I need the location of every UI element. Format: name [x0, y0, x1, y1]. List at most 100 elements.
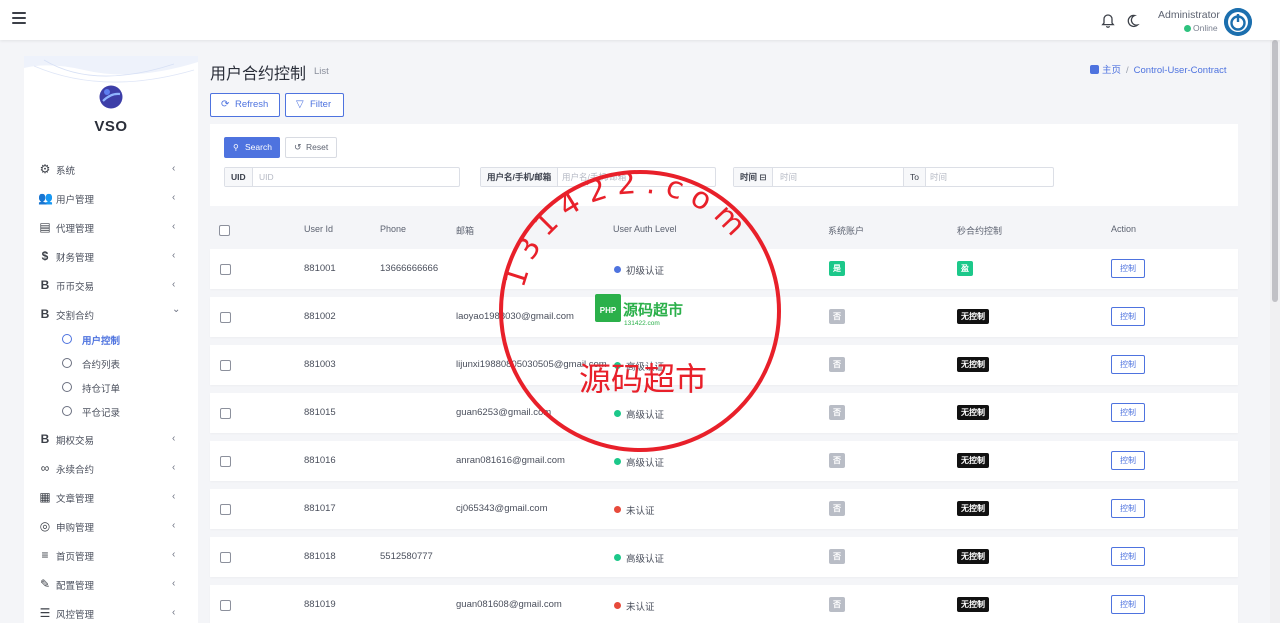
row-checkbox[interactable]: [220, 600, 231, 611]
control-button[interactable]: 控制: [1111, 355, 1145, 374]
home-icon: [1090, 65, 1099, 74]
sidebar-subitem-1[interactable]: 用户控制: [24, 328, 198, 350]
sidebar-subitem-label: 持仓订单: [82, 384, 121, 395]
header-contract-control[interactable]: 秒合约控制: [957, 224, 1002, 237]
row-checkbox[interactable]: [220, 456, 231, 467]
search-panel: ⚲ Search ↺ Reset UID 用户名/手机/邮箱 时间 ⊟ To: [210, 124, 1238, 206]
sidebar-item-label: 配置管理: [56, 581, 95, 592]
filter-button[interactable]: ▽ Filter: [285, 93, 344, 117]
row-checkbox[interactable]: [220, 408, 231, 419]
header-action: Action: [1111, 224, 1137, 234]
sidebar-subitem-4[interactable]: 平仓记录: [24, 400, 198, 422]
newspaper-icon: ▦: [39, 490, 51, 504]
control-status-badge: 无控制: [957, 453, 989, 468]
list-ul-icon: ☰: [39, 606, 51, 620]
chevron-left-icon: ‹: [172, 462, 176, 473]
sidebar-subitem-2[interactable]: 合约列表: [24, 352, 198, 374]
control-button[interactable]: 控制: [1111, 595, 1145, 614]
chevron-left-icon: ‹: [172, 250, 176, 261]
sidebar-subitem-3[interactable]: 持仓订单: [24, 376, 198, 398]
sidebar-item-4[interactable]: $ 财务管理 ‹: [24, 245, 198, 269]
row-checkbox[interactable]: [220, 264, 231, 275]
breadcrumb-current[interactable]: Control-User-Contract: [1134, 65, 1227, 76]
sidebar-item-9[interactable]: ▦ 文章管理 ‹: [24, 486, 198, 510]
sidebar-item-5[interactable]: B 币币交易 ‹: [24, 274, 198, 298]
cell-user-id: 881003: [304, 359, 336, 370]
avatar[interactable]: [1224, 8, 1252, 36]
chevron-left-icon: ‹: [172, 549, 176, 560]
system-account-badge: 否: [829, 597, 845, 612]
row-checkbox[interactable]: [220, 360, 231, 371]
time-end-input[interactable]: [924, 168, 1049, 186]
table-header: User Id Phone 邮箱 User Auth Level 系统账户 秒合…: [210, 218, 1238, 242]
header-auth-level[interactable]: User Auth Level: [613, 224, 677, 234]
sidebar-item-label: 风控管理: [56, 610, 95, 621]
sidebar-item-3[interactable]: ▤ 代理管理 ‹: [24, 216, 198, 240]
circle-icon: [62, 382, 72, 392]
sidebar-item-label: 财务管理: [56, 253, 95, 264]
cell-auth-level: 高级认证: [626, 458, 665, 469]
control-button[interactable]: 控制: [1111, 499, 1145, 518]
select-all-checkbox[interactable]: [219, 225, 230, 236]
sidebar-item-2[interactable]: 👥 用户管理 ‹: [24, 187, 198, 211]
row-checkbox[interactable]: [220, 504, 231, 515]
system-account-badge: 是: [829, 261, 845, 276]
page-subtitle: List: [314, 66, 329, 77]
bell-icon[interactable]: [1100, 13, 1116, 29]
reset-button[interactable]: ↺ Reset: [285, 137, 337, 158]
sidebar-item-8[interactable]: ∞ 永续合约 ‹: [24, 457, 198, 481]
auth-status-dot: [614, 362, 621, 369]
chevron-left-icon: ‹: [172, 279, 176, 290]
cell-auth-level: 高级认证: [626, 554, 665, 565]
moon-icon[interactable]: [1124, 13, 1140, 29]
user-input[interactable]: [556, 168, 711, 186]
control-button[interactable]: 控制: [1111, 259, 1145, 278]
cell-auth-level: 高级认证: [626, 362, 665, 373]
row-checkbox[interactable]: [220, 312, 231, 323]
id-card-icon: ▤: [39, 220, 51, 234]
header-system-account[interactable]: 系统账户: [828, 224, 864, 237]
system-account-badge: 否: [829, 501, 845, 516]
system-account-badge: 否: [829, 309, 845, 324]
breadcrumb-home-link[interactable]: 主页: [1102, 65, 1121, 76]
header-phone[interactable]: Phone: [380, 224, 406, 234]
table-row: 881003 lijunxi19880805030505@gmail.com 高级认…: [210, 345, 1238, 385]
row-checkbox[interactable]: [220, 552, 231, 563]
sidebar-item-1[interactable]: ⚙ 系统 ‹: [24, 158, 198, 182]
uid-label: UID: [225, 168, 253, 186]
sidebar-subitem-label: 合约列表: [82, 360, 121, 371]
sidebar-subitem-label: 用户控制: [82, 336, 121, 347]
lifebuoy-icon: ◎: [39, 519, 51, 533]
sidebar-item-12[interactable]: ✎ 配置管理 ‹: [24, 573, 198, 597]
control-button[interactable]: 控制: [1111, 403, 1145, 422]
sidebar-item-label: 永续合约: [56, 465, 95, 476]
cell-email: laoyao1988030@gmail.com: [456, 311, 574, 322]
auth-status-dot: [614, 506, 621, 513]
sidebar-item-6[interactable]: B 交割合约 ⌄: [24, 303, 198, 327]
control-button[interactable]: 控制: [1111, 307, 1145, 326]
header-user-id[interactable]: User Id: [304, 224, 333, 234]
refresh-button[interactable]: ⟳ Refresh: [210, 93, 280, 117]
cell-auth-level: 未认证: [626, 506, 655, 517]
chevron-left-icon: ‹: [172, 491, 176, 502]
list-icon: ≡: [41, 548, 49, 562]
time-start-input[interactable]: [774, 168, 899, 186]
search-button[interactable]: ⚲ Search: [224, 137, 280, 158]
control-button[interactable]: 控制: [1111, 547, 1145, 566]
page-title: 用户合约控制: [210, 66, 307, 83]
sidebar-item-11[interactable]: ≡ 首页管理 ‹: [24, 544, 198, 568]
uid-input[interactable]: [253, 168, 453, 186]
breadcrumb: 主页 / Control-User-Contract: [1090, 62, 1227, 76]
sidebar-item-13[interactable]: ☰ 风控管理 ‹: [24, 602, 198, 623]
control-status-badge: 无控制: [957, 309, 989, 324]
sidebar-item-7[interactable]: B 期权交易 ‹: [24, 428, 198, 452]
sidebar-item-10[interactable]: ◎ 申购管理 ‹: [24, 515, 198, 539]
cell-email: lijunxi19880805030505@gmail.com: [456, 359, 607, 370]
control-button[interactable]: 控制: [1111, 451, 1145, 470]
control-status-badge: 无控制: [957, 501, 989, 516]
header-email[interactable]: 邮箱: [456, 224, 474, 237]
cell-phone: 5512580777: [380, 551, 433, 562]
cell-user-id: 881001: [304, 263, 336, 274]
menu-toggle-icon[interactable]: [12, 12, 26, 26]
scrollbar-thumb[interactable]: [1272, 40, 1278, 302]
